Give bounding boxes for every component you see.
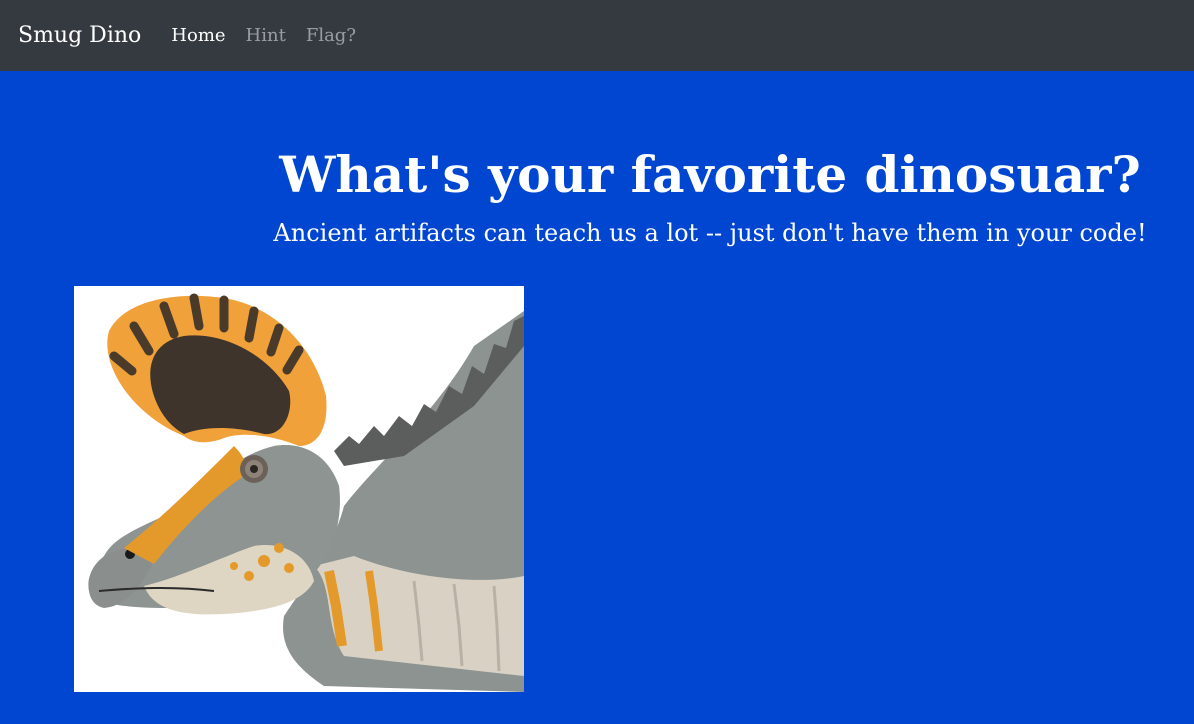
top-navbar: Smug Dino Home Hint Flag? bbox=[0, 0, 1194, 71]
page-subtitle: Ancient artifacts can teach us a lot -- … bbox=[273, 219, 1147, 247]
hero-section: What's your favorite dinosuar? Ancient a… bbox=[0, 71, 1194, 724]
dinosaur-illustration bbox=[88, 293, 524, 692]
nav-link-flag[interactable]: Flag? bbox=[306, 25, 356, 46]
brand-link[interactable]: Smug Dino bbox=[18, 23, 141, 48]
dinosaur-image bbox=[74, 286, 524, 692]
nav-link-hint[interactable]: Hint bbox=[246, 25, 286, 46]
page-title: What's your favorite dinosuar? bbox=[279, 145, 1141, 204]
nav-link-home[interactable]: Home bbox=[171, 25, 225, 46]
